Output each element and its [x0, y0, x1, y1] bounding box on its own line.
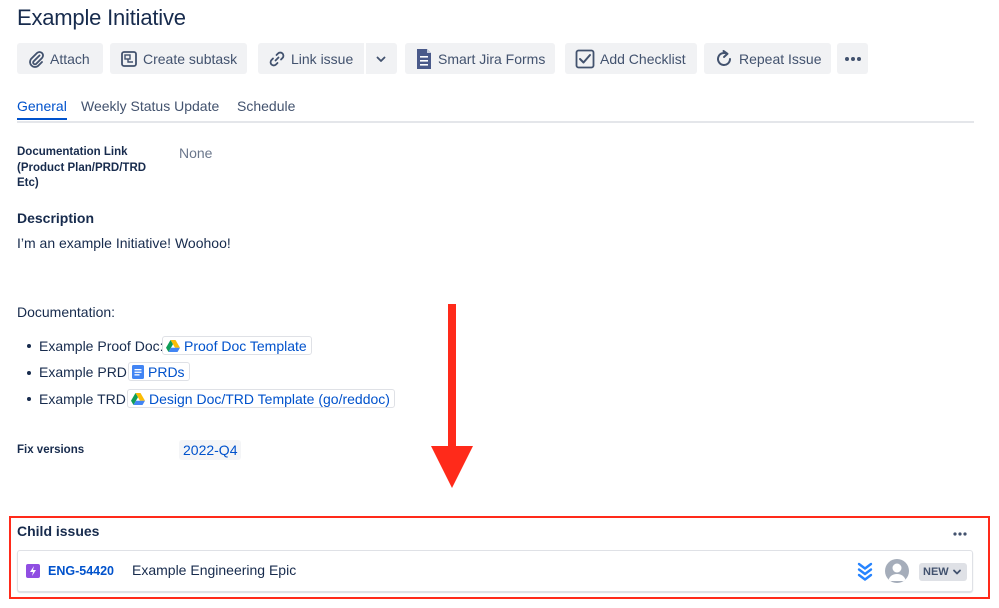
fix-versions-label: Fix versions: [17, 444, 85, 456]
smart-jira-forms-label: Smart Jira Forms: [438, 50, 546, 67]
tab-general[interactable]: General: [17, 98, 67, 114]
create-subtask-button[interactable]: Create subtask: [110, 43, 247, 74]
description-heading: Description: [17, 210, 95, 226]
documentation-link-label-line: Etc): [17, 177, 39, 189]
link-issue-dropdown-button[interactable]: [366, 43, 397, 74]
issue-title[interactable]: Example Initiative: [17, 5, 186, 31]
priority-lowest-icon: [857, 562, 873, 581]
issue-summary-link[interactable]: Example Engineering Epic: [132, 562, 296, 578]
attach-button[interactable]: Attach: [17, 43, 103, 74]
issue-key-link[interactable]: ENG-54420: [48, 564, 114, 578]
active-tab-indicator: [17, 118, 67, 120]
more-icon: [845, 56, 861, 61]
list-bullet: [27, 344, 31, 348]
checklist-icon: [575, 49, 595, 68]
more-actions-button[interactable]: [837, 43, 868, 74]
annotation-arrow-icon: [431, 304, 473, 488]
documentation-heading: Documentation:: [17, 304, 116, 320]
repeat-icon: [717, 49, 731, 66]
epic-icon: [26, 564, 40, 578]
trd-link[interactable]: Design Doc/TRD Template (go/reddoc): [127, 389, 395, 408]
google-docs-icon: [132, 364, 144, 379]
paperclip-icon: [29, 50, 44, 68]
child-issue-row[interactable]: ENG-54420 Example Engineering Epic NEW: [17, 550, 973, 592]
status-label: NEW: [923, 566, 949, 578]
attach-label: Attach: [50, 50, 90, 67]
assignee-avatar[interactable]: [885, 559, 909, 583]
status-dropdown[interactable]: NEW: [919, 563, 967, 581]
tab-schedule[interactable]: Schedule: [237, 98, 295, 114]
smart-jira-forms-button[interactable]: Smart Jira Forms: [405, 43, 555, 74]
proof-doc-link-text: Proof Doc Template: [184, 337, 307, 354]
documentation-link-value[interactable]: None: [179, 145, 212, 161]
repeat-issue-button[interactable]: Repeat Issue: [704, 43, 831, 74]
child-issues-heading: Child issues: [17, 523, 100, 539]
description-text[interactable]: I’m an example Initiative! Woohoo!: [17, 235, 231, 251]
repeat-issue-label: Repeat Issue: [739, 50, 822, 67]
documentation-link-label-line: (Product Plan/PRD/TRD: [17, 161, 147, 174]
proof-doc-link[interactable]: Proof Doc Template: [162, 336, 312, 355]
list-bullet: [27, 397, 31, 401]
more-icon: [953, 532, 967, 536]
prd-link[interactable]: PRDs: [128, 362, 190, 381]
list-item-prefix: Example PRD:: [39, 364, 131, 380]
add-checklist-label: Add Checklist: [600, 50, 686, 67]
child-issues-more-button[interactable]: [953, 523, 967, 539]
list-bullet: [27, 371, 31, 375]
create-subtask-label: Create subtask: [143, 50, 238, 67]
form-icon: [417, 48, 431, 69]
google-drive-icon: [166, 339, 180, 352]
link-issue-button[interactable]: Link issue: [258, 43, 364, 74]
trd-link-text: Design Doc/TRD Template (go/reddoc): [149, 390, 390, 407]
prd-link-text: PRDs: [148, 363, 185, 380]
documentation-link-label-line: Documentation Link: [17, 146, 128, 158]
list-item-prefix: Example Proof Doc:: [39, 338, 164, 354]
issue-tabs: General Weekly Status Update Schedule: [17, 96, 974, 123]
subtask-icon: [121, 50, 137, 67]
documentation-link-label: Documentation Link (Product Plan/PRD/TRD…: [17, 145, 146, 192]
link-icon: [269, 51, 285, 66]
tab-weekly-status-update[interactable]: Weekly Status Update: [81, 98, 219, 114]
list-item-prefix: Example TRD:: [39, 391, 130, 407]
chevron-down-icon: [952, 569, 961, 575]
google-drive-icon: [131, 392, 145, 405]
fix-version-lozenge[interactable]: 2022-Q4: [179, 440, 242, 460]
add-checklist-button[interactable]: Add Checklist: [565, 43, 697, 74]
link-issue-label: Link issue: [291, 50, 354, 67]
chevron-down-icon: [376, 56, 386, 62]
